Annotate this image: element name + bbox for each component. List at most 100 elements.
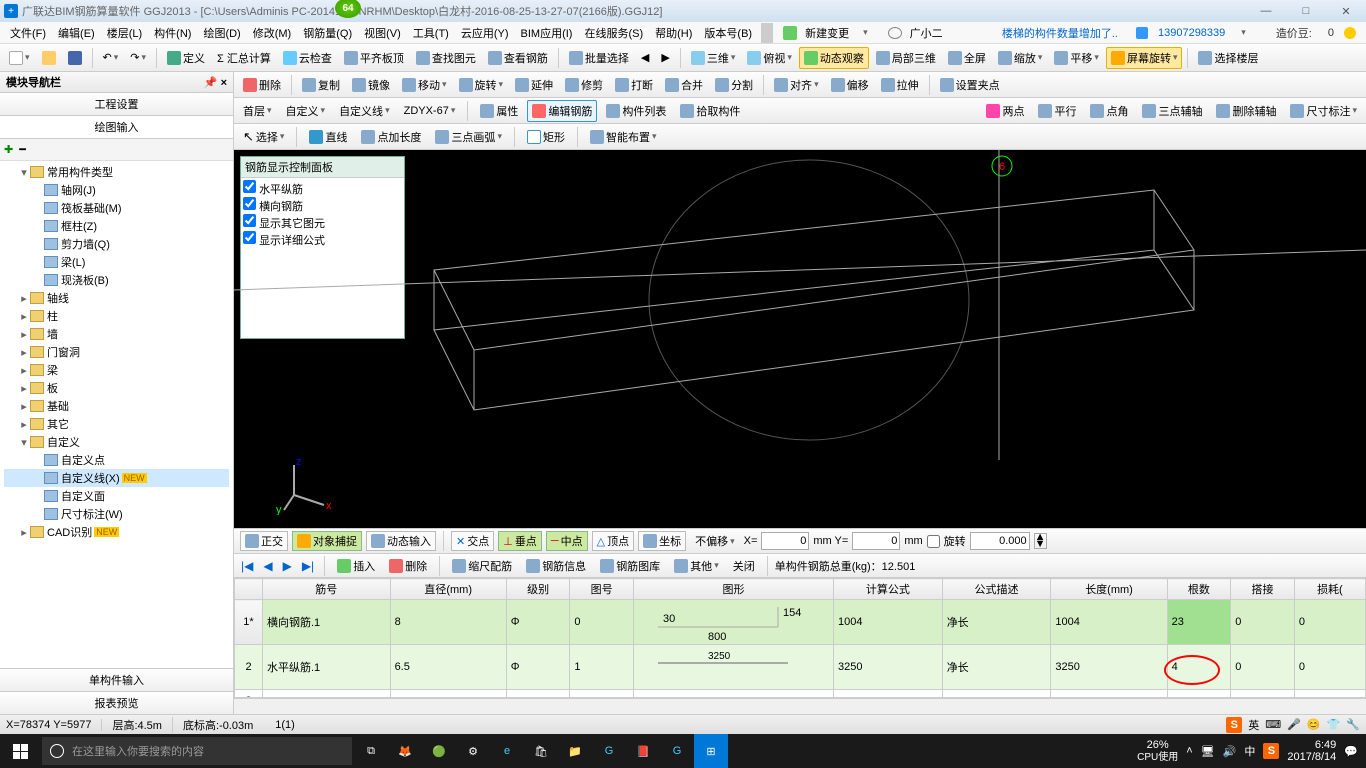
dyn-input-toggle[interactable]: 动态输入 [366, 531, 436, 551]
tree-item[interactable]: ▸其它 [4, 415, 229, 433]
table-row[interactable]: 3 [235, 690, 1366, 699]
grid-other[interactable]: 其他▾ [669, 555, 724, 577]
batch-select-button[interactable]: 批量选择 [564, 47, 634, 69]
user-phone[interactable]: 13907298339▾ [1130, 27, 1258, 39]
rotate-stepper[interactable]: ▲▼ [1034, 533, 1047, 549]
smart-layout-tool[interactable]: 智能布置▾ [585, 126, 662, 148]
menu-version[interactable]: 版本号(B) [698, 25, 758, 41]
x-input[interactable] [761, 532, 809, 550]
tab-draw-input[interactable]: 绘图输入 [0, 116, 233, 139]
trim-button[interactable]: 修剪 [560, 74, 608, 96]
collapse-all-icon[interactable]: ━ [19, 143, 26, 156]
arc-tool[interactable]: 三点画弧▾ [430, 126, 507, 148]
sogou-ime-icon[interactable]: S [1226, 717, 1242, 733]
point-length-tool[interactable]: 点加长度 [356, 126, 426, 148]
osnap-toggle[interactable]: 对象捕捉 [292, 531, 362, 551]
table-row[interactable]: 1*横向钢筋.18Φ0154308001004净长10042300 [235, 600, 1366, 645]
rebar-info[interactable]: 钢筋信息 [521, 555, 591, 577]
pan-button[interactable]: 平移▾ [1049, 47, 1104, 69]
dim-button[interactable]: 尺寸标注▾ [1285, 100, 1362, 122]
tree-item[interactable]: ▸墙 [4, 325, 229, 343]
del-axis-button[interactable]: 删除辅轴 [1211, 100, 1281, 122]
tray-icon[interactable]: 🔧 [1346, 718, 1360, 731]
view-rebar-button[interactable]: 查看钢筋 [483, 47, 553, 69]
tray-notifications-icon[interactable]: 💬 [1344, 745, 1358, 758]
y-input[interactable] [852, 532, 900, 550]
tree-item[interactable]: 自定义线(X)NEW [4, 469, 229, 487]
mirror-button[interactable]: 镜像 [347, 74, 395, 96]
align-button[interactable]: 对齐▾ [769, 74, 824, 96]
rotate-button[interactable]: 旋转▾ [454, 74, 509, 96]
rebar-data-grid[interactable]: 筋号直径(mm)级别图号图形计算公式公式描述长度(mm)根数搭接损耗( 1*横向… [234, 578, 1366, 698]
snap-vertex[interactable]: △顶点 [592, 531, 634, 551]
scale-rebar[interactable]: 缩尺配筋 [447, 555, 517, 577]
tray-icon[interactable]: 😊 [1307, 718, 1321, 731]
two-point-button[interactable]: 两点 [981, 100, 1029, 122]
type-dropdown[interactable]: 自定义线 ▾ [334, 100, 395, 122]
cloud-check-button[interactable]: 云检查 [278, 47, 337, 69]
menu-tools[interactable]: 工具(T) [407, 25, 455, 41]
tree-item[interactable]: ▸CAD识别NEW [4, 523, 229, 541]
rebar-library[interactable]: 钢筋图库 [595, 555, 665, 577]
tree-item[interactable]: 自定义点 [4, 451, 229, 469]
snap-mid[interactable]: ─中点 [546, 531, 588, 551]
redo-button[interactable]: ↷▾ [125, 48, 151, 67]
find-element-button[interactable]: 查找图元 [411, 47, 481, 69]
menu-online[interactable]: 在线服务(S) [578, 25, 649, 41]
fullscreen-button[interactable]: 全屏 [943, 47, 991, 69]
extend-button[interactable]: 延伸 [510, 74, 558, 96]
dynamic-view-button[interactable]: 动态观察 [799, 47, 869, 69]
taskbar-app[interactable]: 📕 [626, 734, 660, 768]
tray-icon[interactable]: 👕 [1327, 718, 1341, 731]
viewport-3d[interactable]: 钢筋显示控制面板 水平纵筋 横向钢筋 显示其它图元 显示详细公式 6 [234, 150, 1366, 528]
tray-network-icon[interactable]: 🖥 [1201, 745, 1215, 758]
rotate-checkbox[interactable] [927, 535, 940, 548]
pick-member-button[interactable]: 拾取构件 [675, 100, 745, 122]
taskbar-search[interactable]: 在这里输入你要搜索的内容 [42, 737, 352, 765]
stretch-button[interactable]: 拉伸 [876, 74, 924, 96]
menu-view[interactable]: 视图(V) [358, 25, 407, 41]
grid-delete[interactable]: 删除 [384, 555, 432, 577]
snap-perp[interactable]: ⊥垂点 [498, 531, 542, 551]
open-button[interactable] [37, 48, 61, 68]
menu-modify[interactable]: 修改(M) [247, 25, 298, 41]
move-button[interactable]: 移动▾ [397, 74, 452, 96]
menu-bim[interactable]: BIM应用(I) [515, 25, 579, 41]
local-3d-button[interactable]: 局部三维 [871, 47, 941, 69]
tree-item[interactable]: ▾常用构件类型 [4, 163, 229, 181]
rect-tool[interactable]: 矩形 [522, 126, 570, 148]
notification-text[interactable]: 楼梯的构件数量增加了.. [996, 25, 1124, 41]
tree-item[interactable]: ▸梁 [4, 361, 229, 379]
taskbar-app[interactable]: G [592, 734, 626, 768]
taskbar-store[interactable]: 🛍 [524, 734, 558, 768]
snap-coord[interactable]: 坐标 [638, 531, 686, 551]
member-tree[interactable]: ▾常用构件类型轴网(J)筏板基础(M)框柱(Z)剪力墙(Q)梁(L)现浇板(B)… [0, 161, 233, 668]
tree-item[interactable]: 梁(L) [4, 253, 229, 271]
tree-item[interactable]: 自定义面 [4, 487, 229, 505]
taskview-icon[interactable]: ⧉ [354, 734, 388, 768]
menu-member[interactable]: 构件(N) [148, 25, 197, 41]
point-angle-button[interactable]: 点角 [1085, 100, 1133, 122]
start-button[interactable] [0, 734, 40, 768]
taskbar-explorer[interactable]: 📁 [558, 734, 592, 768]
define-button[interactable]: 定义 [162, 47, 210, 69]
menu-draw[interactable]: 绘图(D) [197, 25, 246, 41]
tree-item[interactable]: 现浇板(B) [4, 271, 229, 289]
xiaoer-button[interactable]: 广小二 [881, 24, 956, 42]
tray-sogou-icon[interactable]: S [1263, 743, 1279, 759]
three-axis-button[interactable]: 三点辅轴 [1137, 100, 1207, 122]
tray-icon[interactable]: ⌨ [1265, 718, 1281, 731]
undo-button[interactable]: ↶▾ [98, 48, 124, 67]
grid-hscroll[interactable] [234, 698, 1366, 714]
grid-close[interactable]: 关闭 [728, 555, 760, 577]
taskbar-edge[interactable]: e [490, 734, 524, 768]
rotate-input[interactable] [970, 532, 1030, 550]
floor-dropdown[interactable]: 首层 ▾ [238, 100, 277, 122]
tree-item[interactable]: ▸板 [4, 379, 229, 397]
tray-cpu-pct[interactable]: 26% [1137, 739, 1178, 751]
tray-clock[interactable]: 6:49 2017/8/14 [1287, 739, 1336, 763]
offset-button[interactable]: 偏移 [826, 74, 874, 96]
panel-pin-icon[interactable]: 📌 × [204, 76, 227, 89]
sum-calc-button[interactable]: Σ 汇总计算 [212, 47, 276, 69]
new-change-button[interactable]: 新建变更▾ [776, 24, 881, 42]
